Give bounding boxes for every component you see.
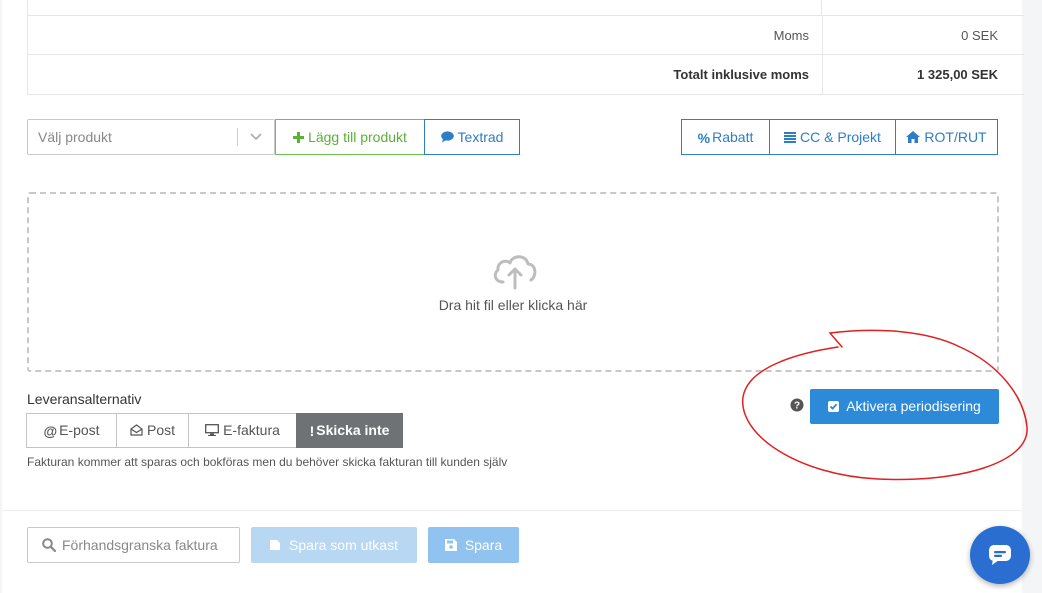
document-icon	[270, 540, 281, 551]
envelope-open-icon	[130, 424, 143, 436]
chat-icon	[989, 545, 1011, 565]
plus-icon	[293, 131, 305, 143]
delivery-option-label: Skicka inte	[316, 422, 390, 438]
at-icon: @	[43, 422, 58, 439]
percent-icon: %	[697, 130, 711, 147]
totals-divider	[821, 0, 822, 15]
total-value: 1 325,00 SEK	[822, 55, 1024, 94]
preview-invoice-placeholder: Förhandsgranska faktura	[62, 537, 218, 553]
save-button[interactable]: Spara	[428, 527, 519, 563]
monitor-icon	[205, 424, 220, 437]
invoice-page: Moms 0 SEK Totalt inklusive moms 1 325,0…	[2, 0, 1024, 593]
vat-value: 0 SEK	[822, 16, 1024, 55]
select-separator	[237, 128, 238, 146]
search-icon	[42, 538, 56, 552]
delivery-option-label: E-post	[59, 422, 100, 438]
invoice-options-group: % Rabatt CC & Projekt ROT/RUT	[681, 119, 998, 155]
file-dropzone[interactable]: Dra hit fil eller klicka här	[27, 192, 999, 372]
preview-invoice-input[interactable]: Förhandsgranska faktura	[27, 527, 240, 563]
cc-project-label: CC & Projekt	[800, 129, 881, 145]
delivery-hint: Fakturan kommer att sparas och bokföras …	[27, 455, 508, 469]
delivery-option-label: E-faktura	[223, 422, 280, 438]
totals-table: Moms 0 SEK Totalt inklusive moms 1 325,0…	[27, 0, 1024, 95]
activate-periodization-button[interactable]: Aktivera periodisering	[810, 389, 999, 424]
home-icon	[906, 131, 921, 144]
delivery-option-email[interactable]: @ E-post	[26, 413, 117, 448]
delivery-option-label: Post	[146, 422, 175, 438]
chevron-down-icon[interactable]	[247, 129, 265, 145]
textrow-button[interactable]: Textrad	[424, 119, 520, 155]
exclamation-icon: !	[309, 422, 315, 439]
discount-button[interactable]: % Rabatt	[681, 119, 770, 155]
save-label: Spara	[464, 537, 503, 553]
product-select[interactable]: Välj produkt	[27, 119, 275, 155]
question-icon[interactable]: ?	[790, 398, 804, 412]
footer-divider	[2, 510, 1022, 511]
save-draft-label: Spara som utkast	[289, 537, 398, 553]
cloud-upload-icon	[493, 255, 537, 290]
delivery-option-efaktura[interactable]: E-faktura	[188, 413, 297, 448]
vat-label: Moms	[773, 28, 809, 43]
add-product-label: Lägg till produkt	[308, 129, 407, 145]
list-icon	[784, 131, 797, 143]
rot-rut-button[interactable]: ROT/RUT	[895, 119, 998, 155]
total-label: Totalt inklusive moms	[673, 67, 809, 82]
chat-widget-button[interactable]	[970, 526, 1030, 584]
comment-icon	[440, 131, 454, 143]
delivery-options: @ E-post Post E-faktura ! Skicka inte	[26, 413, 403, 448]
delivery-option-dont-send[interactable]: ! Skicka inte	[296, 413, 403, 448]
discount-label: Rabatt	[712, 129, 754, 145]
total-row: Totalt inklusive moms 1 325,00 SEK	[28, 54, 1024, 94]
floppy-icon	[444, 539, 457, 552]
activate-periodization-label: Aktivera periodisering	[846, 398, 981, 414]
textrow-label: Textrad	[457, 129, 504, 145]
rot-rut-label: ROT/RUT	[924, 129, 987, 145]
delivery-title: Leveransalternativ	[27, 391, 142, 407]
svg-text:?: ?	[794, 401, 800, 412]
cc-project-button[interactable]: CC & Projekt	[769, 119, 896, 155]
vat-row: Moms 0 SEK	[28, 15, 1024, 55]
checkbox-checked-icon	[828, 400, 840, 412]
save-draft-button[interactable]: Spara som utkast	[251, 527, 417, 563]
dropzone-text: Dra hit fil eller klicka här	[438, 297, 588, 313]
add-product-button[interactable]: Lägg till produkt	[275, 119, 425, 155]
delivery-option-post[interactable]: Post	[116, 413, 189, 448]
product-select-placeholder: Välj produkt	[38, 129, 112, 145]
